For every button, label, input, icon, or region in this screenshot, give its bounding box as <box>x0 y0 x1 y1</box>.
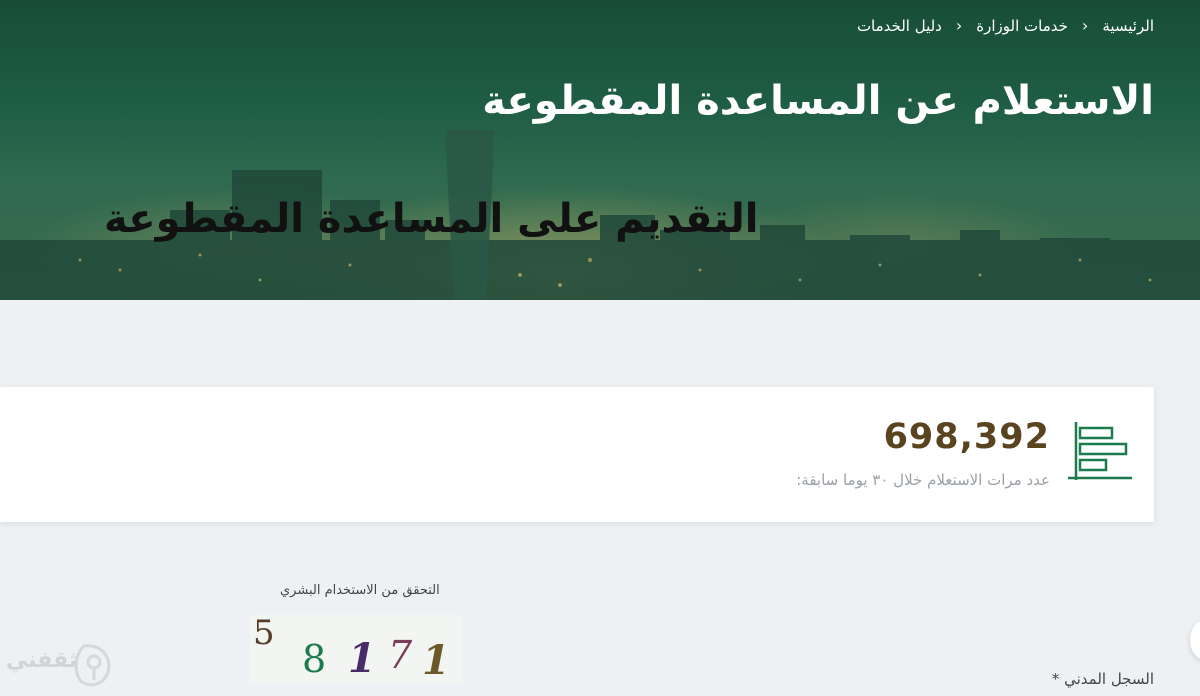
watermark-text: ثقفني <box>6 648 78 673</box>
breadcrumb: الرئيسية › خدمات الوزارة › دليل الخدمات <box>857 16 1154 35</box>
breadcrumb-ministry-services-link[interactable]: خدمات الوزارة <box>976 17 1068 35</box>
captcha-label: التحقق من الاستخدام البشري <box>280 583 440 598</box>
captcha-char: 7 <box>388 633 413 677</box>
inquiry-count-label: عدد مرات الاستعلام خلال ٣٠ يوما سابقة: <box>796 471 1050 489</box>
hero-banner: الرئيسية › خدمات الوزارة › دليل الخدمات … <box>0 0 1200 300</box>
chevron-left-icon: › <box>955 16 963 35</box>
stats-card: 698,392 عدد مرات الاستعلام خلال ٣٠ يوما … <box>0 387 1154 522</box>
captcha-image[interactable]: 5 8 1 7 1 <box>250 613 463 684</box>
inquiry-count-value: 698,392 <box>883 417 1050 457</box>
civil-registry-label: السجل المدني * <box>1051 670 1154 688</box>
page-title: الاستعلام عن المساعدة المقطوعة <box>482 78 1154 124</box>
chevron-left-icon: › <box>1081 16 1089 35</box>
breadcrumb-services-guide-link[interactable]: دليل الخدمات <box>857 17 942 35</box>
overlay-title: التقديم على المساعدة المقطوعة <box>104 196 759 242</box>
captcha-char: 8 <box>302 637 327 681</box>
captcha-char: 5 <box>253 613 275 653</box>
breadcrumb-home-link[interactable]: الرئيسية <box>1102 17 1154 35</box>
floating-action-button[interactable] <box>1190 620 1200 660</box>
bar-chart-icon <box>1068 422 1132 480</box>
captcha-char: 1 <box>348 635 376 682</box>
captcha-char: 1 <box>422 637 450 684</box>
